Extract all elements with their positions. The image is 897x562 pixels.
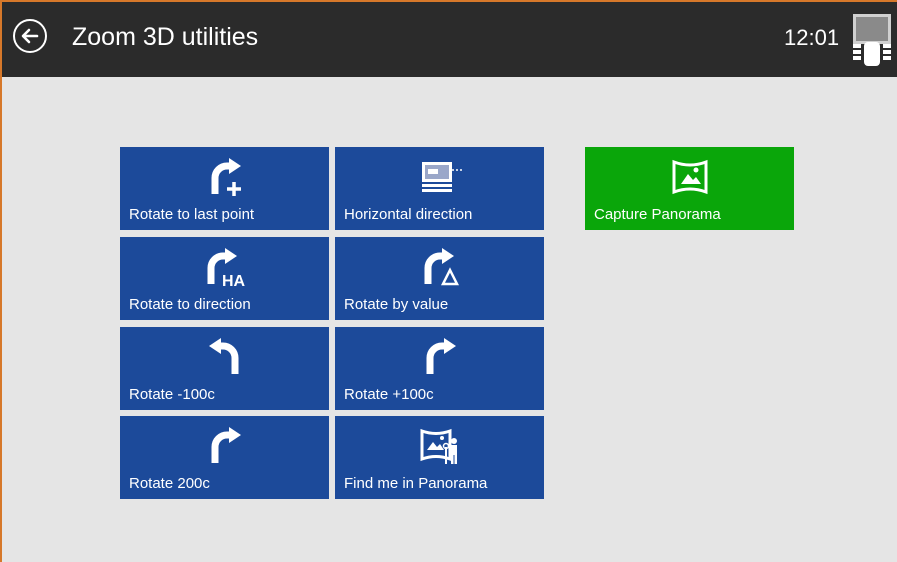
instrument-status-icon[interactable] [850, 10, 894, 70]
tile-label: Rotate by value [344, 296, 449, 313]
rotate-left-icon [208, 338, 238, 374]
rotate-plus-icon [211, 158, 241, 196]
svg-text:HA: HA [222, 273, 246, 288]
page-title: Zoom 3D utilities [72, 23, 259, 51]
rotate-right-icon [211, 427, 241, 463]
find-me-in-panorama-button[interactable]: Find me in Panorama [335, 416, 544, 499]
title-bar: Zoom 3D utilities 12:01 [2, 2, 897, 77]
app-window: Zoom 3D utilities 12:01 Rotate to last p… [0, 0, 897, 562]
rotate-minus-100c-button[interactable]: Rotate -100c [120, 327, 329, 410]
rotate-delta-icon [424, 248, 459, 286]
back-arrow-icon [21, 28, 39, 44]
rotate-right-icon [426, 338, 456, 374]
tile-label: Horizontal direction [344, 206, 473, 223]
tile-label: Find me in Panorama [344, 475, 488, 492]
rotate-by-value-button[interactable]: Rotate by value [335, 237, 544, 320]
tile-label: Rotate -100c [129, 386, 215, 403]
tile-label: Rotate to direction [129, 296, 251, 313]
panorama-icon [672, 159, 707, 195]
panorama-person-icon [420, 428, 457, 464]
tile-label: Capture Panorama [594, 206, 721, 223]
clock: 12:01 [784, 25, 840, 50]
tile-label: Rotate to last point [129, 206, 255, 223]
back-button[interactable] [13, 19, 47, 53]
rotate-to-direction-button[interactable]: HA Rotate to direction [120, 237, 329, 320]
capture-panorama-button[interactable]: Capture Panorama [585, 147, 794, 230]
rotate-to-last-point-button[interactable]: Rotate to last point [120, 147, 329, 230]
tile-label: Rotate 200c [129, 475, 210, 492]
rotate-200c-button[interactable]: Rotate 200c [120, 416, 329, 499]
tile-label: Rotate +100c [344, 386, 434, 403]
rotate-plus-100c-button[interactable]: Rotate +100c [335, 327, 544, 410]
rotate-ha-icon: HA [207, 248, 246, 288]
instrument-screen-icon [421, 162, 462, 192]
horizontal-direction-button[interactable]: Horizontal direction [335, 147, 544, 230]
